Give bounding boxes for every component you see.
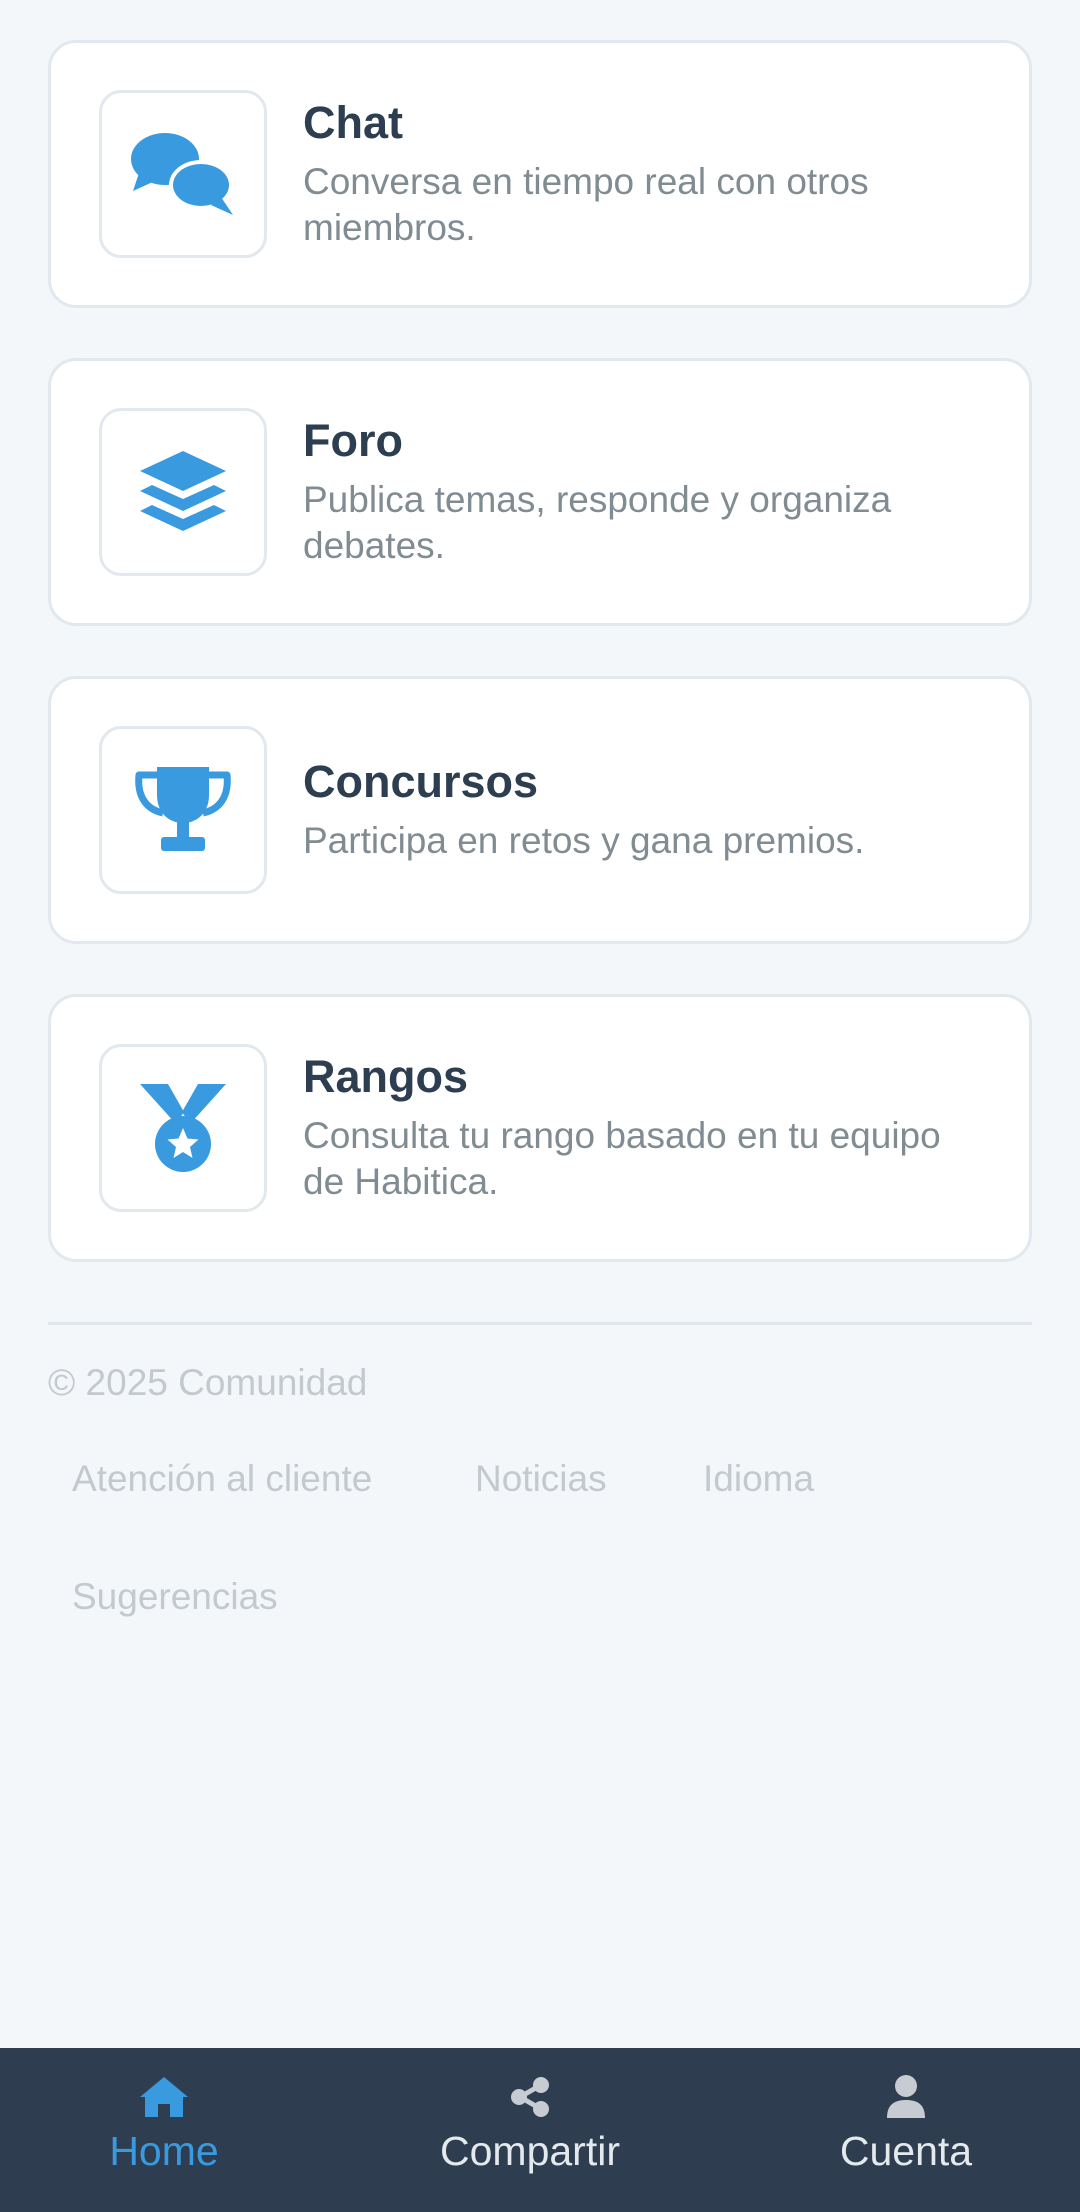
copyright-text: © 2025 Comunidad (48, 1362, 368, 1403)
foro-card[interactable]: Foro Publica temas, responde y organiza … (48, 358, 1032, 626)
footer-link-idioma[interactable]: Idioma (703, 1458, 814, 1500)
card-description: Consulta tu rango basado en tu equipo de… (303, 1115, 941, 1202)
card-description: Conversa en tiempo real con otros miembr… (303, 161, 869, 248)
chat-card[interactable]: Chat Conversa en tiempo real con otros m… (48, 40, 1032, 308)
nav-label-cuenta: Cuenta (839, 2128, 973, 2174)
user-icon (887, 2075, 925, 2118)
medal-icon (140, 1084, 226, 1172)
footer-link-sugerencias[interactable]: Sugerencias (72, 1576, 278, 1618)
nav-item-cuenta[interactable]: Cuenta (806, 2048, 1006, 2212)
nav-label-home: Home (109, 2128, 219, 2174)
footer-link-atencion[interactable]: Atención al cliente (72, 1458, 372, 1500)
rangos-icon-box (99, 1044, 267, 1212)
footer-divider (48, 1322, 1032, 1325)
feature-card-list: Chat Conversa en tiempo real con otros m… (48, 40, 1032, 1312)
home-icon (140, 2077, 188, 2117)
chat-icon-box (99, 90, 267, 258)
concursos-card[interactable]: Concursos Participa en retos y gana prem… (48, 676, 1032, 944)
card-title: Foro (303, 415, 403, 466)
card-title: Rangos (303, 1051, 469, 1102)
concursos-icon-box (99, 726, 267, 894)
nav-item-compartir[interactable]: Compartir (405, 2048, 655, 2212)
footer-link-noticias[interactable]: Noticias (475, 1458, 607, 1500)
card-description: Publica temas, responde y organiza debat… (303, 479, 892, 566)
layers-icon (140, 451, 226, 531)
share-icon (511, 2077, 549, 2117)
nav-label-compartir: Compartir (440, 2128, 620, 2174)
card-title: Concursos (303, 756, 539, 807)
card-description: Participa en retos y gana premios. (303, 820, 865, 861)
chat-bubbles-icon (131, 133, 233, 215)
card-title: Chat (303, 97, 403, 148)
trophy-icon (135, 767, 231, 851)
bottom-navigation: Home Compartir Cuenta (0, 2048, 1080, 2212)
rangos-card[interactable]: Rangos Consulta tu rango basado en tu eq… (48, 994, 1032, 1262)
foro-icon-box (99, 408, 267, 576)
nav-item-home[interactable]: Home (64, 2048, 264, 2212)
